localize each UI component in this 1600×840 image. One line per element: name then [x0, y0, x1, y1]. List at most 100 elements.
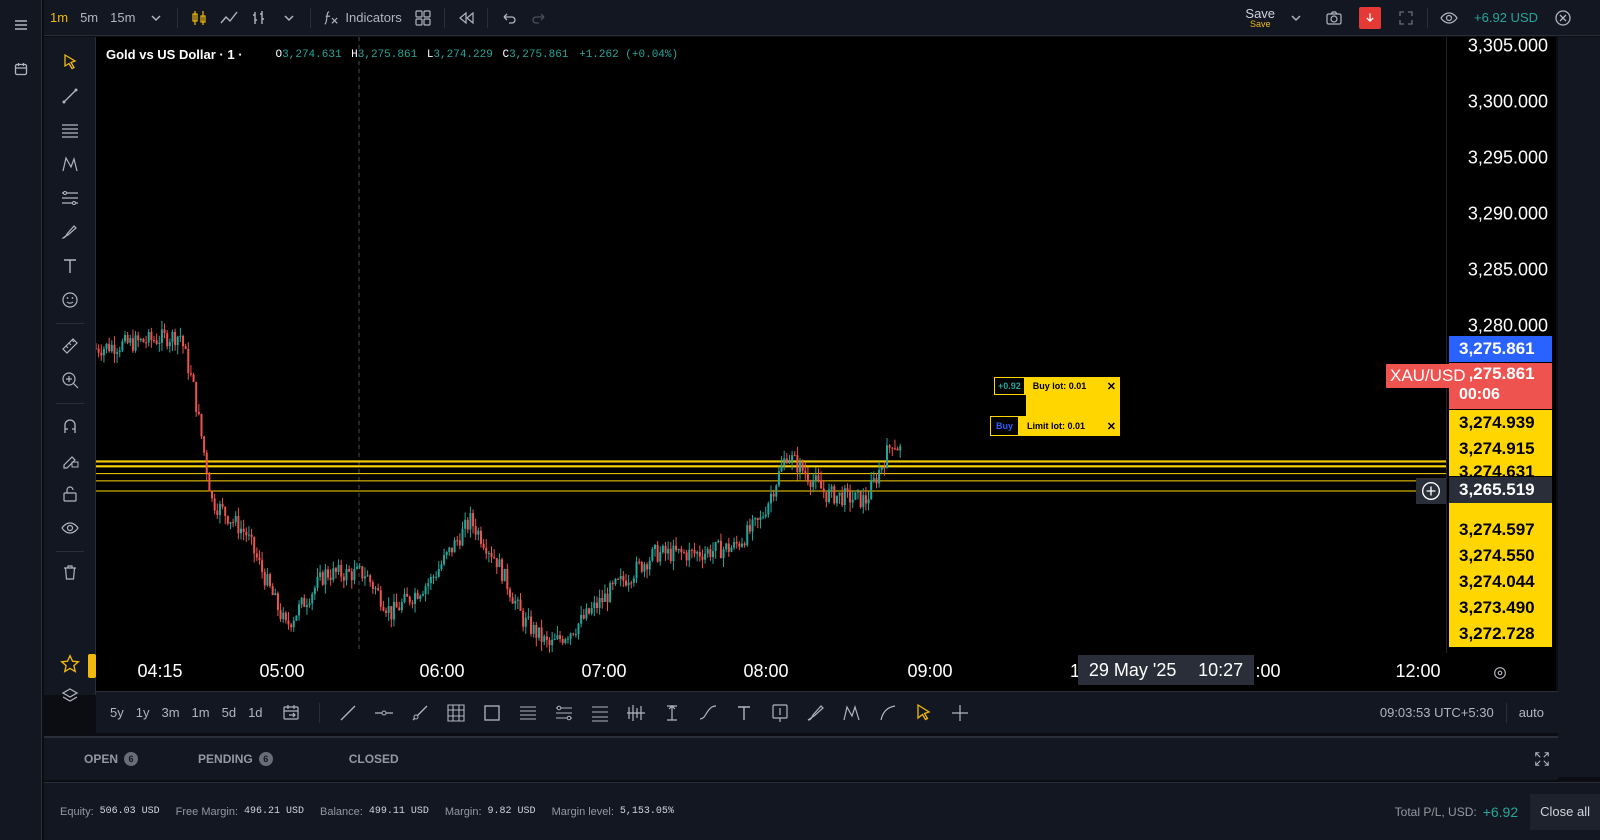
interval-1m[interactable]: 1m	[44, 0, 74, 36]
star-icon[interactable]	[57, 651, 83, 677]
candle-body	[450, 547, 453, 553]
trend-line-icon[interactable]	[57, 83, 83, 109]
candle-body	[361, 566, 364, 579]
goto-date-icon[interactable]	[273, 697, 309, 729]
camera-icon[interactable]	[1319, 0, 1349, 36]
range-5y[interactable]: 5y	[104, 705, 130, 720]
text-icon[interactable]	[726, 697, 762, 729]
zoom-in-icon[interactable]	[57, 367, 83, 393]
trash-icon[interactable]	[57, 559, 83, 585]
indicators-button[interactable]: Indicators	[317, 0, 407, 36]
candle-body	[487, 553, 490, 555]
candle-body	[218, 503, 221, 515]
candle-body	[783, 458, 786, 465]
parallel-channel-icon[interactable]	[510, 697, 546, 729]
candles-icon[interactable]	[184, 0, 214, 36]
candle-body	[775, 485, 778, 497]
fib-extension-icon[interactable]	[582, 697, 618, 729]
range-1m[interactable]: 1m	[186, 705, 216, 720]
candle-body	[780, 464, 783, 472]
price-axis[interactable]: 3,305.000 3,300.000 3,295.000 3,290.000 …	[1446, 36, 1556, 653]
horizontal-line-icon[interactable]	[366, 697, 402, 729]
cursor-arrow-icon[interactable]	[57, 49, 83, 75]
line-chart-icon[interactable]	[214, 0, 244, 36]
layouts-icon[interactable]	[408, 0, 438, 36]
chevron-down-icon[interactable]	[141, 0, 171, 36]
drawing-toolbar	[44, 37, 96, 702]
add-alert-plus-icon[interactable]	[1416, 478, 1446, 504]
candle-body	[503, 568, 506, 582]
crosshair-icon[interactable]	[942, 697, 978, 729]
brush-icon[interactable]	[798, 697, 834, 729]
auto-scale-toggle[interactable]: auto	[1513, 705, 1550, 720]
ruler-icon[interactable]	[57, 333, 83, 359]
cursor-arrow-icon[interactable]	[906, 697, 942, 729]
tab-open[interactable]: OPEN 6	[44, 752, 158, 766]
price-label-icon[interactable]	[762, 697, 798, 729]
pattern-icon[interactable]	[57, 151, 83, 177]
calendar-icon[interactable]	[10, 58, 32, 80]
candle-body	[711, 551, 714, 558]
trend-line-icon[interactable]	[330, 697, 366, 729]
candle-body	[253, 537, 256, 554]
price-range-icon[interactable]	[654, 697, 690, 729]
emoji-icon[interactable]	[57, 287, 83, 313]
undo-icon[interactable]	[494, 0, 524, 36]
bars-icon[interactable]	[244, 0, 274, 36]
candlestick-chart[interactable]	[96, 37, 1446, 653]
range-5d[interactable]: 5d	[216, 705, 242, 720]
volume-profile-icon[interactable]	[618, 697, 654, 729]
candle-body	[656, 544, 659, 562]
tab-closed[interactable]: CLOSED	[293, 752, 419, 766]
lock-icon[interactable]	[57, 481, 83, 507]
redo-icon[interactable]	[524, 0, 554, 36]
cancel-order-icon[interactable]: ✕	[1102, 416, 1120, 436]
save-button[interactable]: Save Save	[1239, 0, 1281, 36]
hide-drawings-icon[interactable]	[57, 515, 83, 541]
eye-icon[interactable]	[1434, 0, 1464, 36]
fullscreen-icon[interactable]	[1391, 0, 1421, 36]
limit-order-label[interactable]: Buy Limit lot: 0.01 ✕	[990, 415, 1120, 437]
close-position-icon[interactable]: ✕	[1102, 377, 1120, 395]
tab-pending[interactable]: PENDING 6	[158, 752, 293, 766]
grid-icon[interactable]	[438, 697, 474, 729]
collapse-handle[interactable]	[88, 654, 96, 678]
interval-15m[interactable]: 15m	[104, 0, 141, 36]
chevron-down-icon[interactable]	[1281, 0, 1311, 36]
range-1y[interactable]: 1y	[130, 705, 156, 720]
magnet-icon[interactable]	[57, 413, 83, 439]
buy-position-label[interactable]: +0.92 Buy lot: 0.01 ✕	[994, 376, 1120, 396]
margin-value: 9.82 USD	[487, 806, 536, 817]
menu-icon[interactable]	[10, 14, 32, 36]
text-icon[interactable]	[57, 253, 83, 279]
range-3m[interactable]: 3m	[155, 705, 185, 720]
settings-gear-icon[interactable]	[1492, 665, 1508, 681]
range-1d[interactable]: 1d	[242, 705, 268, 720]
ray-icon[interactable]	[402, 697, 438, 729]
close-all-button[interactable]: Close all	[1530, 793, 1600, 830]
chart-pane[interactable]: Gold vs US Dollar · 1 · O3,274.631 H3,27…	[96, 37, 1446, 653]
expand-icon[interactable]	[1534, 751, 1550, 767]
interval-5m[interactable]: 5m	[74, 0, 104, 36]
pattern-icon[interactable]	[834, 697, 870, 729]
fib-retracement-icon[interactable]	[546, 697, 582, 729]
candle-body	[464, 519, 467, 529]
close-circle-icon[interactable]	[1548, 0, 1578, 36]
brush-icon[interactable]	[57, 219, 83, 245]
replay-icon[interactable]	[451, 0, 481, 36]
candle-body	[508, 589, 511, 598]
lock-drawing-icon[interactable]	[57, 447, 83, 473]
rectangle-icon[interactable]	[474, 697, 510, 729]
candle-body	[337, 564, 340, 572]
position-lot: Buy lot: 0.01	[1024, 377, 1103, 395]
path-icon[interactable]	[690, 697, 726, 729]
curve-icon[interactable]	[870, 697, 906, 729]
layers-icon[interactable]	[57, 683, 83, 709]
download-button[interactable]	[1349, 0, 1391, 36]
fib-tools-icon[interactable]	[57, 185, 83, 211]
time-axis[interactable]: 04:15 05:00 06:00 07:00 08:00 09:00 1 :0…	[96, 653, 1556, 691]
horizontal-lines-icon[interactable]	[57, 117, 83, 143]
chevron-down-icon[interactable]	[274, 0, 304, 36]
candle-body	[189, 373, 192, 375]
divider	[177, 7, 179, 28]
